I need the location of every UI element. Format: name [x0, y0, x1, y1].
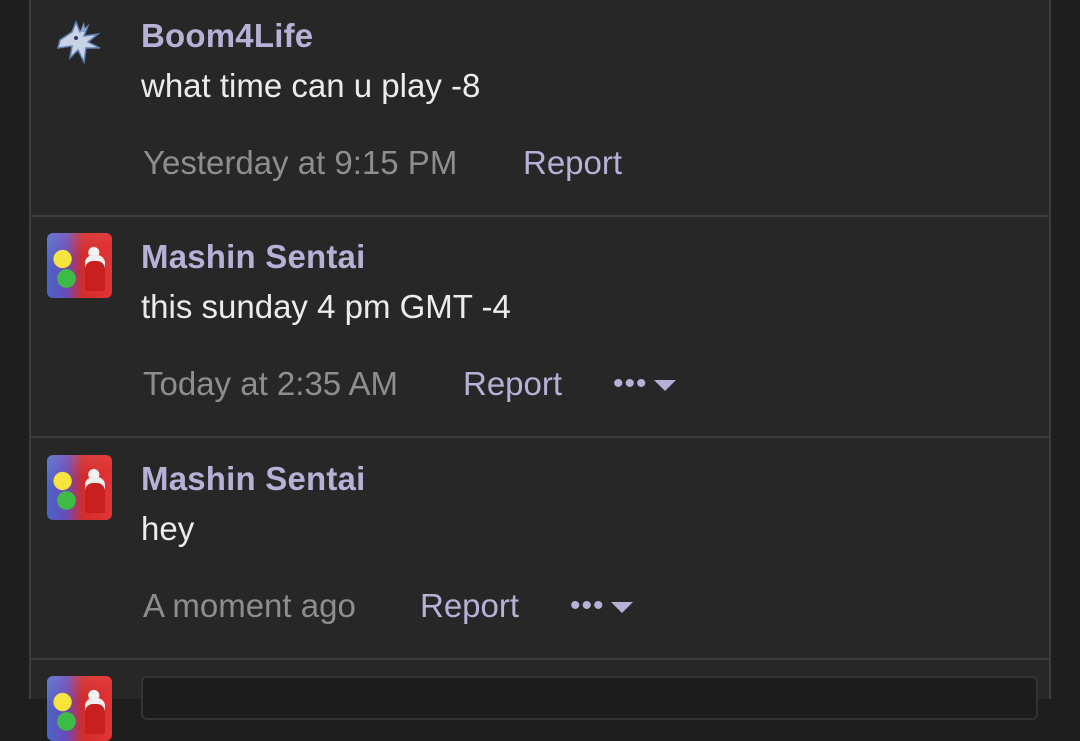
more-options-button[interactable]: ••• — [570, 589, 633, 623]
message-timestamp: A moment ago — [143, 587, 356, 624]
chevron-down-icon — [653, 379, 676, 391]
report-link[interactable]: Report — [463, 365, 562, 403]
message-timestamp: Today at 2:35 AM — [143, 365, 398, 402]
message-author[interactable]: Mashin Sentai — [141, 238, 365, 276]
more-dots-icon: ••• — [613, 367, 648, 400]
message-text: what time can u play -8 — [141, 67, 481, 104]
report-link[interactable]: Report — [420, 587, 519, 625]
reply-avatar — [47, 676, 112, 741]
more-dots-icon: ••• — [570, 589, 605, 622]
conversation-panel: Boom4Life what time can u play -8 Yester… — [29, 0, 1051, 741]
user-avatar[interactable] — [54, 18, 119, 83]
message-text: hey — [141, 510, 195, 547]
more-options-button[interactable]: ••• — [613, 367, 676, 401]
user-avatar[interactable] — [47, 233, 112, 298]
reply-input[interactable] — [141, 676, 1038, 720]
message-author[interactable]: Boom4Life — [141, 17, 313, 55]
report-link[interactable]: Report — [523, 144, 622, 182]
message-item: Mashin Sentai hey A moment ago Report ••… — [31, 438, 1049, 660]
message-text: this sunday 4 pm GMT -4 — [141, 288, 511, 325]
chevron-down-icon — [610, 601, 633, 613]
message-author[interactable]: Mashin Sentai — [141, 460, 365, 498]
message-item: Mashin Sentai this sunday 4 pm GMT -4 To… — [31, 217, 1049, 438]
message-item: Boom4Life what time can u play -8 Yester… — [31, 0, 1049, 217]
message-timestamp: Yesterday at 9:15 PM — [143, 144, 458, 181]
dragon-avatar-icon — [57, 19, 101, 65]
user-avatar[interactable] — [47, 455, 112, 520]
